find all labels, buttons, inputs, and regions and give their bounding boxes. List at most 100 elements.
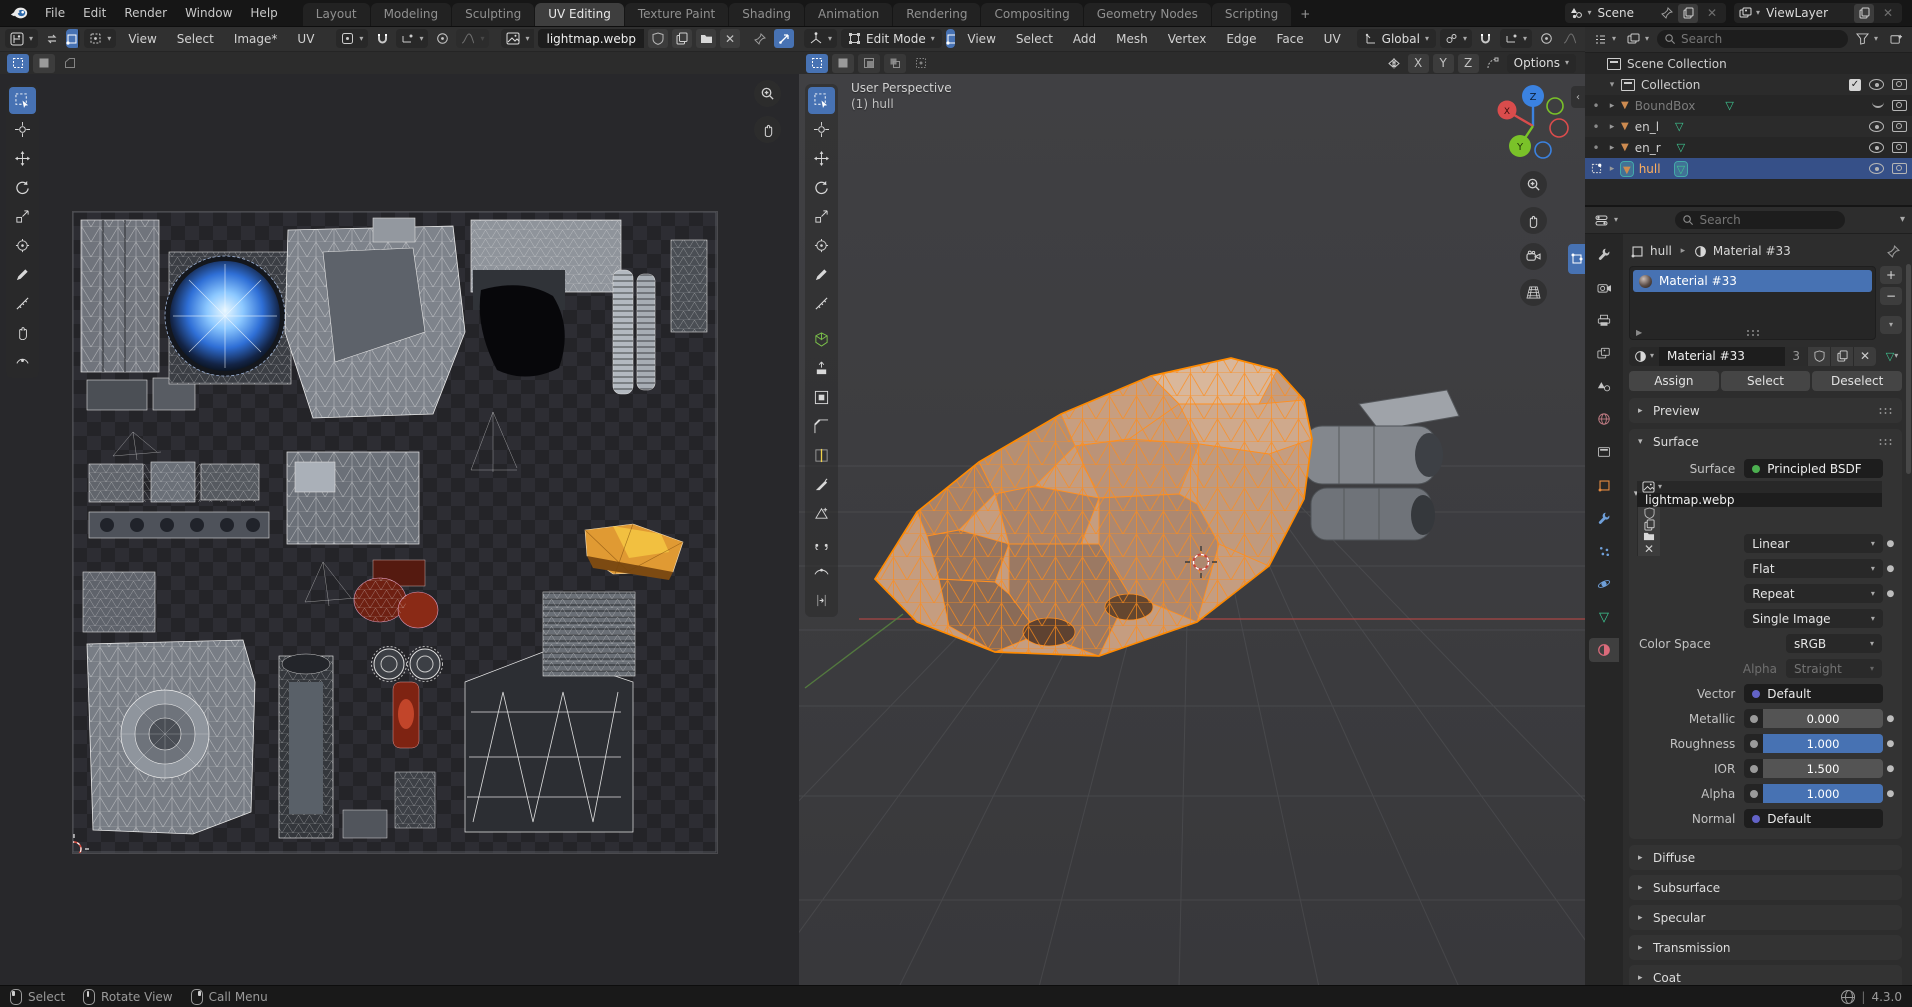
pin-icon[interactable] — [1660, 6, 1674, 20]
tab-tool[interactable] — [1589, 242, 1619, 266]
browse-image-dropdown[interactable]: ▾ — [1637, 481, 1882, 493]
vp-menu-vertex[interactable]: Vertex — [1160, 30, 1215, 48]
snap-options-icon[interactable] — [1483, 54, 1503, 73]
roughness-slider[interactable]: 1.000 — [1763, 734, 1883, 753]
properties-search-input[interactable] — [1675, 211, 1845, 229]
camera-render-icon[interactable] — [1892, 163, 1907, 174]
outliner-row-collection[interactable]: ▾ Collection ✓ — [1585, 74, 1912, 95]
tab-layout[interactable]: Layout — [303, 3, 370, 26]
chevron-expanded-icon[interactable]: ▾ — [1607, 80, 1617, 90]
uv-pan-hand-icon[interactable] — [754, 116, 781, 143]
image-name-field[interactable]: lightmap.webp — [538, 29, 644, 48]
uv-select-extend-button[interactable] — [33, 54, 55, 73]
eye-visible-icon[interactable] — [1869, 121, 1884, 132]
uv-menu-uv[interactable]: UV — [289, 30, 322, 48]
delete-scene-button[interactable]: ✕ — [1702, 4, 1722, 23]
uv-tool-rotate[interactable] — [9, 174, 36, 201]
breadcrumb-object[interactable]: hull — [1650, 244, 1672, 258]
navigation-gizmo[interactable]: Z X Y — [1495, 84, 1571, 162]
tool-loop-cut[interactable] — [808, 442, 835, 469]
pivot-point-dropdown[interactable]: ▾ — [1440, 29, 1472, 48]
tab-material[interactable] — [1589, 638, 1619, 662]
outliner-row-boundbox[interactable]: • ▸ ▼ BoundBox ▽ — [1585, 95, 1912, 116]
snap-magnet-icon[interactable] — [1476, 29, 1496, 48]
proportional-editing-toggle[interactable] — [432, 29, 452, 48]
scene-name[interactable]: Scene — [1595, 6, 1656, 20]
metallic-slider[interactable]: 0.000 — [1763, 709, 1883, 728]
list-filter-toggle[interactable]: ▶ — [1636, 328, 1642, 337]
new-collection-button[interactable] — [1886, 30, 1906, 49]
tab-shading[interactable]: Shading — [729, 3, 804, 26]
view-layer-name[interactable]: ViewLayer — [1764, 6, 1850, 20]
tab-collection[interactable] — [1589, 440, 1619, 464]
pan-hand-icon[interactable] — [1520, 207, 1547, 234]
eye-hidden-icon[interactable] — [1872, 100, 1884, 108]
outliner-row-hull[interactable]: ▸ ▼ hull ▽ — [1585, 158, 1912, 179]
tool-add-cube[interactable] — [808, 326, 835, 353]
preview-panel[interactable]: ▸ Preview — [1629, 398, 1902, 423]
vertex-select-button[interactable] — [946, 29, 956, 48]
tool-annotate[interactable] — [808, 261, 835, 288]
outliner-filter-type-dropdown[interactable]: ▾ — [1624, 30, 1652, 49]
uv-tweak-mode-button[interactable] — [7, 54, 29, 73]
uv-options-icon[interactable] — [774, 29, 794, 48]
specular-panel[interactable]: ▸Specular — [1629, 905, 1902, 930]
ior-slider[interactable]: 1.500 — [1763, 759, 1883, 778]
alpha-mode-dropdown[interactable]: Straight▾ — [1786, 659, 1882, 678]
new-scene-button[interactable] — [1678, 4, 1698, 23]
transmission-panel[interactable]: ▸Transmission — [1629, 935, 1902, 960]
sidebar-collapse-arrow[interactable]: ‹ — [1571, 86, 1585, 108]
tool-knife[interactable] — [808, 471, 835, 498]
image-browse-dropdown[interactable]: ▾ — [501, 29, 534, 48]
interpolation-dropdown[interactable]: Linear▾ — [1744, 534, 1883, 553]
material-slot-selected[interactable]: Material #33 — [1633, 270, 1872, 292]
view-layer-selector[interactable]: ▾ ViewLayer ✕ — [1734, 3, 1902, 23]
uv-menu-select[interactable]: Select — [169, 30, 222, 48]
uv-editor-type-dropdown[interactable]: ▾ — [5, 29, 38, 48]
roughness-socket-button[interactable] — [1744, 734, 1763, 753]
mirror-z-toggle[interactable]: Z — [1458, 54, 1479, 73]
uv-pivot-dropdown[interactable]: ▾ — [336, 29, 368, 48]
outliner-row-en-r[interactable]: • ▸ ▼ en_r ▽ — [1585, 137, 1912, 158]
vp-select-subtract-button[interactable] — [858, 54, 880, 73]
vp-menu-mesh[interactable]: Mesh — [1108, 30, 1156, 48]
properties-editor-type-dropdown[interactable]: ▾ — [1592, 211, 1621, 230]
tab-modeling[interactable]: Modeling — [371, 3, 452, 26]
breadcrumb-material[interactable]: Material #33 — [1713, 244, 1791, 258]
color-space-dropdown[interactable]: sRGB▾ — [1786, 634, 1882, 653]
vp-menu-view[interactable]: View — [959, 30, 1003, 48]
tab-scene[interactable] — [1589, 374, 1619, 398]
panel-grip[interactable] — [1878, 438, 1893, 446]
tab-geometry-nodes[interactable]: Geometry Nodes — [1084, 3, 1211, 26]
menu-window[interactable]: Window — [176, 4, 241, 22]
proportional-falloff-icon[interactable] — [1560, 29, 1580, 48]
remove-slot-button[interactable]: − — [1880, 287, 1902, 305]
uv-canvas[interactable] — [0, 74, 799, 985]
uv-select-vertex-button[interactable] — [66, 29, 78, 48]
vp-tweak-mode-button[interactable] — [806, 54, 828, 73]
browse-material-dropdown[interactable]: ▾ — [1629, 347, 1659, 366]
tool-measure[interactable] — [808, 290, 835, 317]
viewport-canvas[interactable]: User Perspective (1) hull ‹ Z X Y — [799, 74, 1585, 985]
tab-view-layer[interactable] — [1589, 341, 1619, 365]
uv-tool-select-box[interactable] — [9, 87, 36, 114]
material-name-field[interactable]: Material #33 — [1659, 347, 1785, 366]
diffuse-panel[interactable]: ▸Diffuse — [1629, 845, 1902, 870]
mirror-y-toggle[interactable]: Y — [1433, 54, 1454, 73]
fake-user-shield-icon[interactable] — [1807, 347, 1830, 366]
menu-edit[interactable]: Edit — [74, 4, 115, 22]
eye-visible-icon[interactable] — [1869, 163, 1884, 174]
list-resize-grip[interactable] — [1745, 329, 1760, 336]
normal-field[interactable]: Default — [1744, 809, 1883, 828]
uv-tool-relax[interactable] — [9, 348, 36, 375]
tab-world[interactable] — [1589, 407, 1619, 431]
options-dropdown[interactable]: Options ▾ — [1507, 54, 1576, 73]
material-users-count[interactable]: 3 — [1785, 347, 1807, 366]
vp-menu-add[interactable]: Add — [1065, 30, 1104, 48]
vp-menu-face[interactable]: Face — [1269, 30, 1312, 48]
tool-spin[interactable] — [808, 529, 835, 556]
link-target-dropdown[interactable]: ▽▾ — [1882, 347, 1902, 366]
vp-select-difference-button[interactable] — [884, 54, 906, 73]
eye-visible-icon[interactable] — [1869, 79, 1884, 90]
tool-scale[interactable] — [808, 203, 835, 230]
